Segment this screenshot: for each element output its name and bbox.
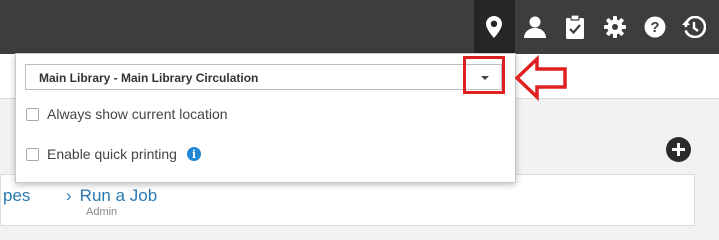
run-job-subtitle: Admin xyxy=(86,206,118,218)
always-show-location-label: Always show current location xyxy=(47,106,228,122)
location-pin-icon[interactable] xyxy=(482,15,506,39)
partial-link[interactable]: pes xyxy=(3,186,30,206)
top-navigation-bar: ? xyxy=(0,0,719,54)
enable-quick-printing-checkbox[interactable] xyxy=(26,147,39,161)
user-icon[interactable] xyxy=(523,15,547,39)
info-icon[interactable]: i xyxy=(186,147,201,161)
svg-text:?: ? xyxy=(650,19,659,36)
selected-location-value: Main Library - Main Library Circulation xyxy=(39,71,259,85)
enable-quick-printing-label: Enable quick printing xyxy=(47,146,177,162)
left-arrow-annotation-icon xyxy=(514,55,567,101)
history-icon[interactable] xyxy=(682,15,706,39)
chevron-right-icon: › xyxy=(66,186,72,205)
highlight-annotation-box xyxy=(463,56,505,94)
location-select[interactable]: Main Library - Main Library Circulation xyxy=(25,64,502,90)
help-icon[interactable]: ? xyxy=(643,15,667,39)
run-job-link[interactable]: › Run a Job xyxy=(66,186,157,206)
plus-circle-icon[interactable] xyxy=(666,137,691,162)
always-show-location-option[interactable]: Always show current location xyxy=(26,105,228,123)
always-show-location-checkbox[interactable] xyxy=(26,107,39,121)
task-list-icon[interactable] xyxy=(563,15,587,39)
run-job-label: Run a Job xyxy=(79,186,158,205)
gear-icon[interactable] xyxy=(603,15,627,39)
enable-quick-printing-option[interactable]: Enable quick printing i xyxy=(26,145,201,163)
